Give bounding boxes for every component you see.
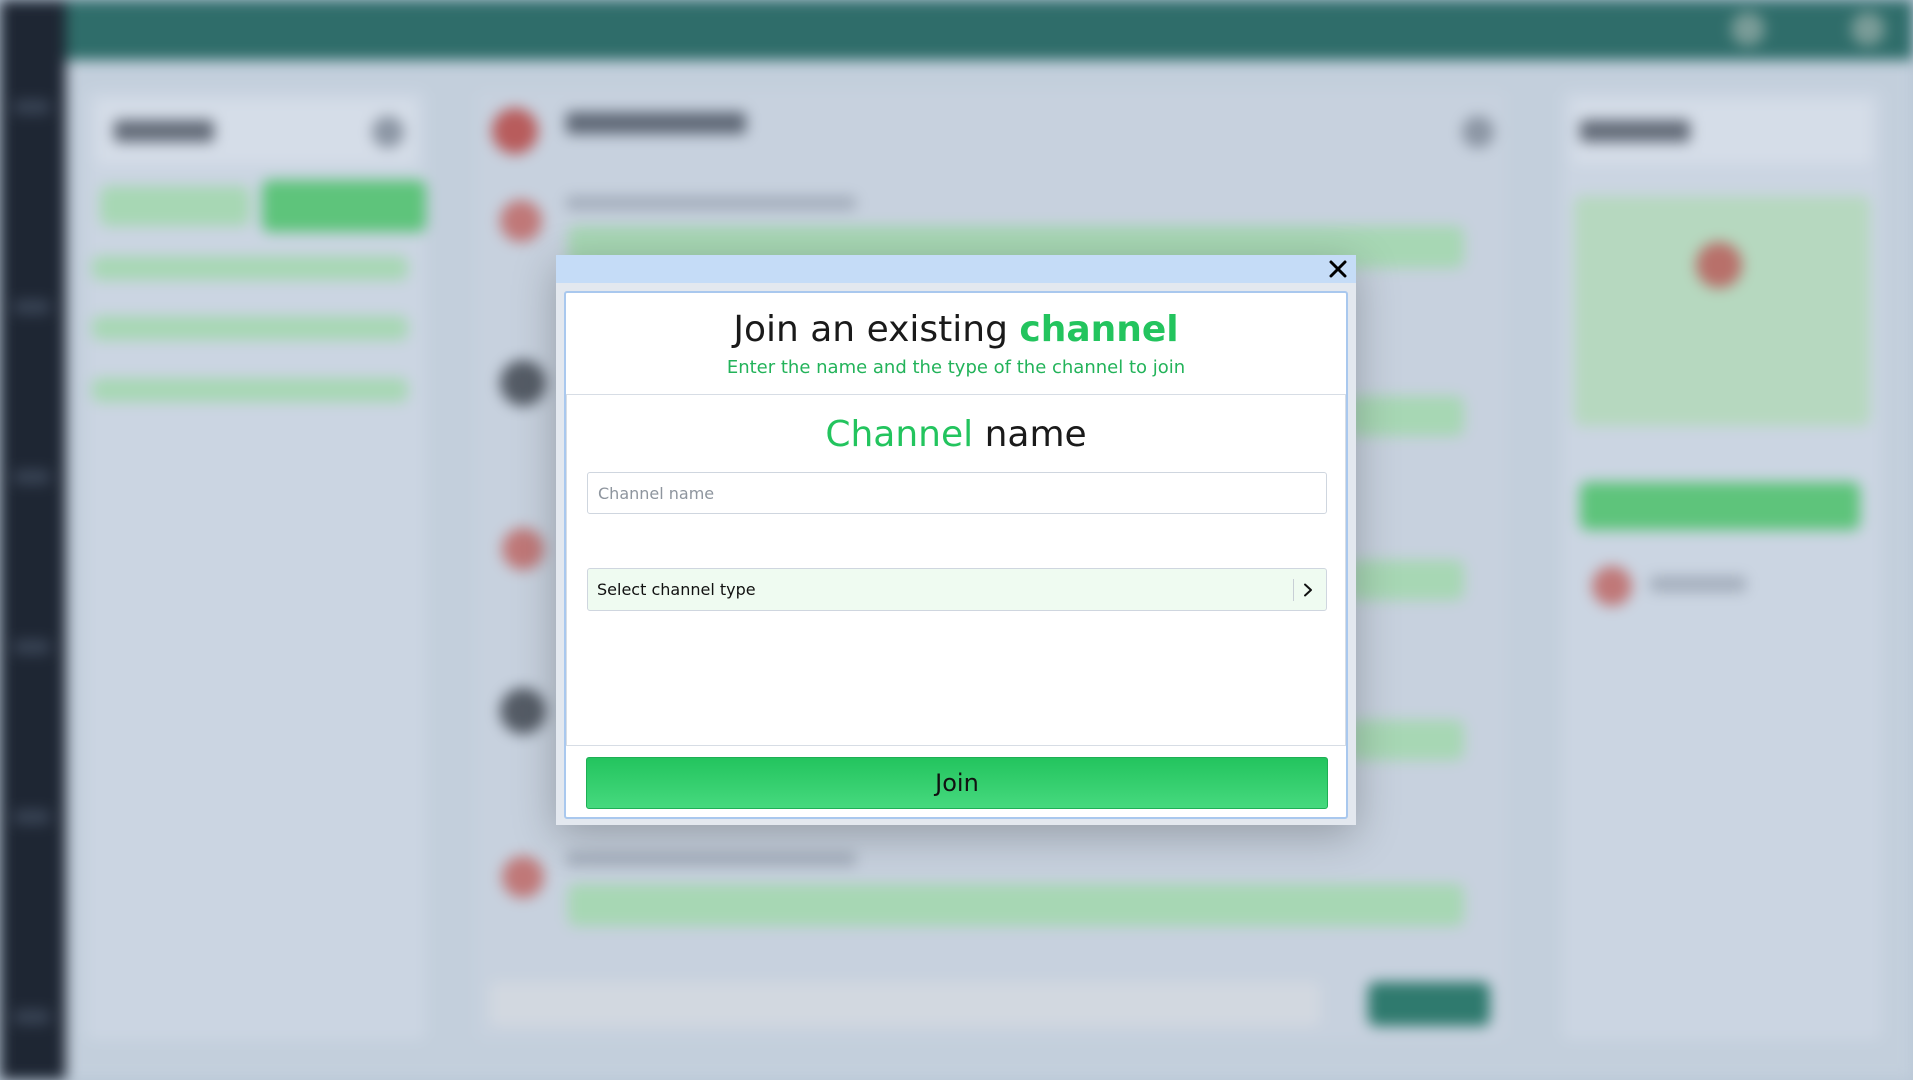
background-left-panel bbox=[86, 90, 426, 1040]
background-side-rail bbox=[0, 0, 66, 1080]
close-icon[interactable] bbox=[1329, 260, 1347, 278]
modal-title: Join an existing channel bbox=[566, 293, 1346, 351]
background-top-bar bbox=[66, 0, 1913, 60]
select-divider bbox=[1293, 579, 1294, 601]
channel-type-select[interactable]: Select channel type bbox=[587, 568, 1327, 611]
section-title: Channel name bbox=[567, 415, 1345, 455]
join-channel-modal: Join an existing channel Enter the name … bbox=[556, 255, 1356, 825]
section-title-accent: Channel bbox=[825, 414, 974, 455]
modal-title-accent: channel bbox=[1019, 309, 1179, 350]
section-title-rest: name bbox=[973, 414, 1087, 455]
modal-title-prefix: Join an existing bbox=[733, 309, 1020, 350]
modal-body: Join an existing channel Enter the name … bbox=[564, 291, 1348, 819]
modal-title-bar bbox=[556, 255, 1356, 283]
channel-form: Channel name Select channel type bbox=[566, 395, 1346, 746]
close-button[interactable] bbox=[1324, 255, 1352, 283]
channel-name-input[interactable] bbox=[587, 472, 1327, 514]
channel-type-label: Select channel type bbox=[597, 580, 756, 599]
chevron-right-icon[interactable] bbox=[1298, 579, 1318, 601]
join-button[interactable]: Join bbox=[586, 757, 1328, 809]
modal-header: Join an existing channel Enter the name … bbox=[566, 293, 1346, 395]
modal-subtitle: Enter the name and the type of the chann… bbox=[726, 357, 1186, 378]
